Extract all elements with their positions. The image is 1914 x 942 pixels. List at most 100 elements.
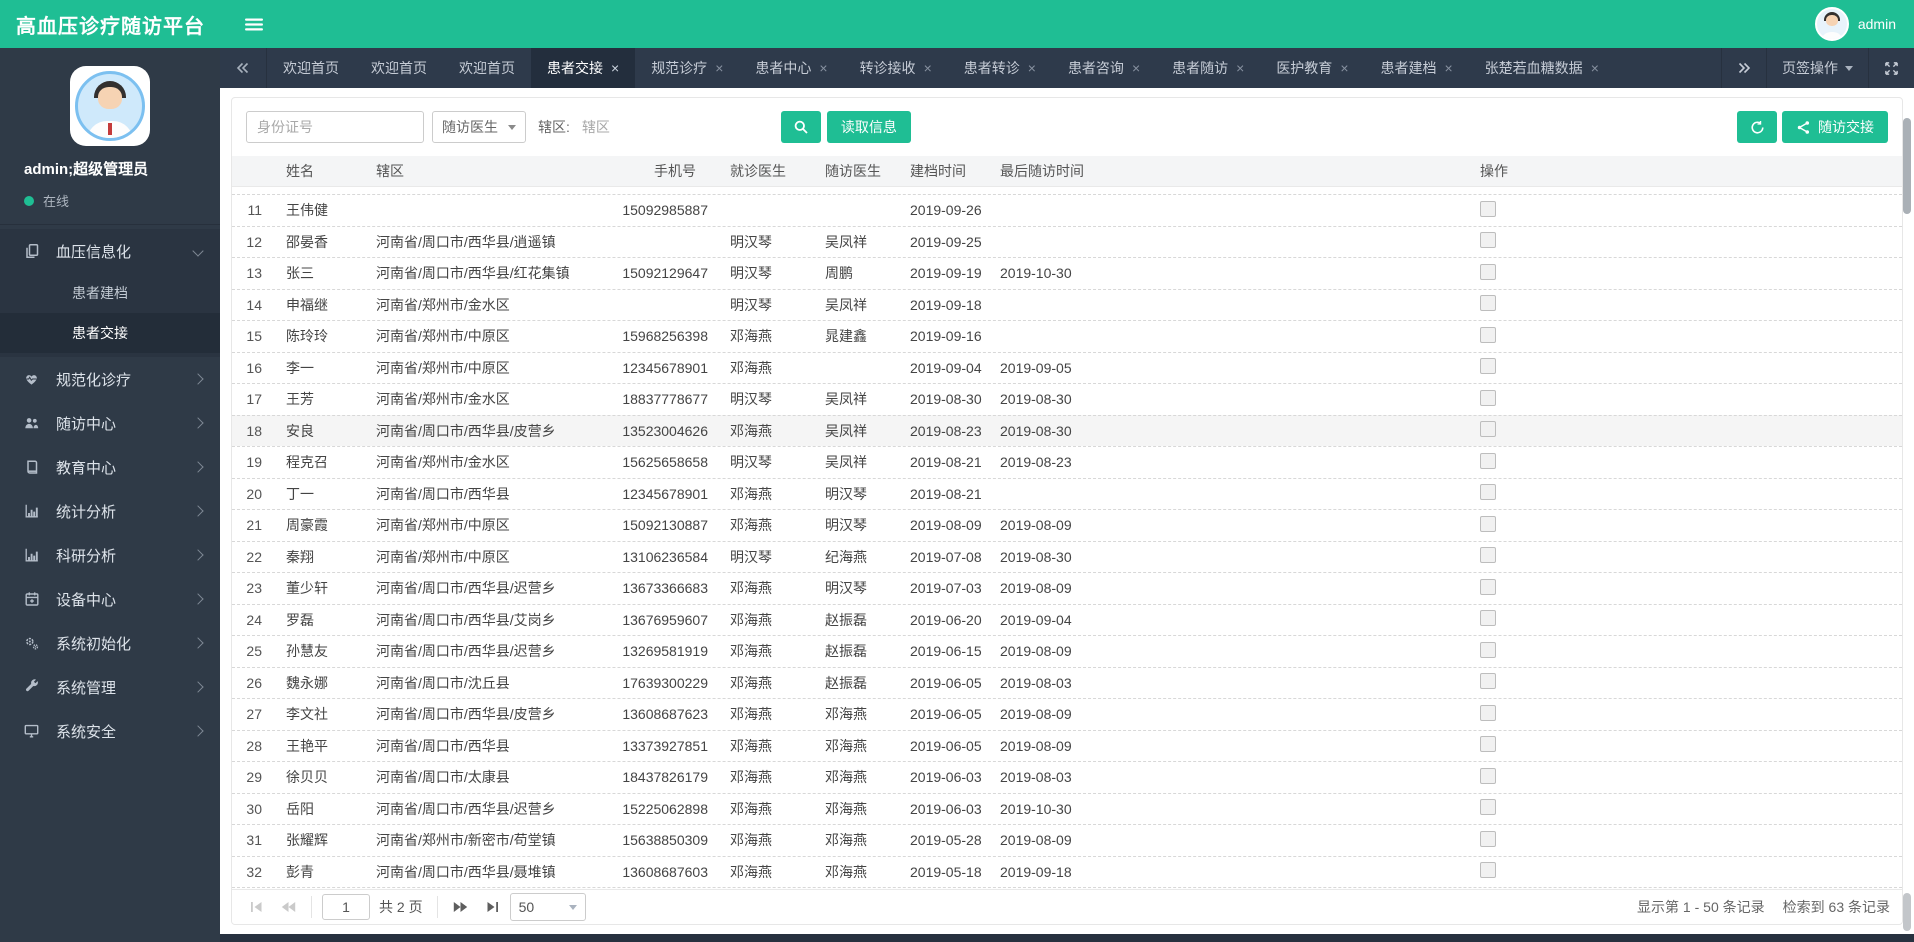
prev-page-button[interactable]: [275, 894, 301, 920]
row-checkbox[interactable]: [1480, 263, 1496, 280]
table-row[interactable]: 12 邵晏香 河南省/周口市/西华县/逍遥镇 明汉琴 吴凤祥 2019-09-25: [232, 225, 1902, 258]
row-checkbox[interactable]: [1480, 200, 1496, 217]
tab[interactable]: 欢迎首页: [267, 48, 355, 88]
row-checkbox[interactable]: [1480, 578, 1496, 595]
sidebar-item[interactable]: 系统管理: [0, 665, 220, 709]
page-number-input[interactable]: [322, 894, 370, 920]
sidebar-item[interactable]: 教育中心: [0, 445, 220, 489]
table-row[interactable]: 31 张耀辉 河南省/郑州市/新密市/苟堂镇 15638850309 邓海燕 邓海燕 201…: [232, 824, 1902, 856]
tabs-scroll-left-button[interactable]: [220, 48, 267, 88]
row-checkbox[interactable]: [1480, 641, 1496, 658]
table-row[interactable]: 29 徐贝贝 河南省/周口市/太康县 18437826179 邓海燕 邓海燕 2019-06…: [232, 761, 1902, 793]
tabs-scroll-right-button[interactable]: [1721, 48, 1766, 88]
page-size-select[interactable]: 50: [509, 893, 586, 921]
table-row[interactable]: 26 魏永娜 河南省/周口市/沈丘县 17639300229 邓海燕 赵振磊 2019-06…: [232, 666, 1902, 699]
sidebar-item[interactable]: 血压信息化: [0, 229, 220, 273]
table-row[interactable]: 28 王艳平 河南省/周口市/西华县 13373927851 邓海燕 邓海燕 2019-06…: [232, 729, 1902, 762]
tab[interactable]: 患者转诊 ×: [948, 48, 1052, 88]
tab-close-icon[interactable]: ×: [1445, 61, 1453, 75]
tab[interactable]: 转诊接收 ×: [844, 48, 948, 88]
row-checkbox[interactable]: [1480, 515, 1496, 532]
tab-close-icon[interactable]: ×: [1236, 61, 1244, 75]
tab-close-icon[interactable]: ×: [1132, 61, 1140, 75]
vertical-scrollbar-thumb[interactable]: [1903, 118, 1911, 214]
read-info-button[interactable]: 读取信息: [826, 111, 911, 143]
table-row[interactable]: 30 岳阳 河南省/周口市/西华县/迟营乡 15225062898 邓海燕 邓海燕 2019…: [232, 792, 1902, 825]
idcard-input[interactable]: [246, 111, 424, 143]
table-row[interactable]: 11 王伟健 15092985887 2019-09-26: [232, 194, 1902, 226]
tab[interactable]: 患者建档 ×: [1365, 48, 1469, 88]
last-page-button[interactable]: [479, 894, 505, 920]
navbar-user[interactable]: admin: [1814, 7, 1914, 41]
grid-scrollbar-thumb[interactable]: [1903, 893, 1911, 931]
tab-close-icon[interactable]: ×: [819, 61, 827, 75]
table-row[interactable]: 13 张三 河南省/周口市/西华县/红花集镇 15092129647 明汉琴 周鹏 2019…: [232, 257, 1902, 289]
tab-close-icon[interactable]: ×: [1340, 61, 1348, 75]
table-row[interactable]: 16 李一 河南省/郑州市/中原区 12345678901 邓海燕 2019-09-04 2…: [232, 351, 1902, 384]
row-checkbox[interactable]: [1480, 673, 1496, 690]
table-row[interactable]: 17 王芳 河南省/郑州市/金水区 18837778677 明汉琴 吴凤祥 2019-08-…: [232, 383, 1902, 415]
table-row[interactable]: 21 周豪霞 河南省/郑州市/中原区 15092130887 邓海燕 明汉琴 2019-08…: [232, 509, 1902, 541]
tab-close-icon[interactable]: ×: [924, 61, 932, 75]
tab[interactable]: 患者随访 ×: [1156, 48, 1260, 88]
row-checkbox[interactable]: [1480, 358, 1496, 375]
table-row[interactable]: 20 丁一 河南省/周口市/西华县 12345678901 邓海燕 明汉琴 2019-08-…: [232, 477, 1902, 510]
row-checkbox[interactable]: [1480, 767, 1496, 784]
row-checkbox[interactable]: [1480, 610, 1496, 627]
table-row[interactable]: 23 董少轩 河南省/周口市/西华县/迟营乡 13673366683 邓海燕 明汉琴 201…: [232, 572, 1902, 604]
row-checkbox[interactable]: [1480, 484, 1496, 501]
tab-close-icon[interactable]: ×: [1028, 61, 1036, 75]
row-checkbox[interactable]: [1480, 389, 1496, 406]
row-checkbox[interactable]: [1480, 547, 1496, 564]
table-row[interactable]: 15 陈玲玲 河南省/郑州市/中原区 15968256398 邓海燕 晁建鑫 2019-09…: [232, 320, 1902, 352]
tab-operations-dropdown[interactable]: 页签操作: [1766, 48, 1868, 88]
tab[interactable]: 患者中心 ×: [739, 48, 843, 88]
table-row[interactable]: 24 罗磊 河南省/周口市/西华县/艾岗乡 13676959607 邓海燕 赵振磊 2019…: [232, 603, 1902, 636]
table-row[interactable]: 14 申福继 河南省/郑州市/金水区 明汉琴 吴凤祥 2019-09-18: [232, 288, 1902, 321]
sidebar-item[interactable]: 随访中心: [0, 401, 220, 445]
search-button[interactable]: [780, 111, 821, 143]
tab[interactable]: 医护教育 ×: [1260, 48, 1364, 88]
sidebar-item[interactable]: 系统安全: [0, 709, 220, 753]
row-checkbox[interactable]: [1480, 421, 1496, 438]
row-checkbox[interactable]: [1480, 326, 1496, 343]
sidebar-item[interactable]: 统计分析: [0, 489, 220, 533]
sidebar-item[interactable]: 设备中心: [0, 577, 220, 621]
row-checkbox[interactable]: [1480, 704, 1496, 721]
next-page-button[interactable]: [448, 894, 474, 920]
table-row[interactable]: 18 安良 河南省/周口市/西华县/皮营乡 13523004626 邓海燕 吴凤祥 2019…: [232, 414, 1902, 446]
table-row[interactable]: 32 彭青 河南省/周口市/西华县/聂堆镇 13608687603 邓海燕 邓海燕 2019…: [232, 855, 1902, 888]
tab[interactable]: 患者交接 ×: [531, 48, 636, 88]
table-row[interactable]: 19 程克召 河南省/郑州市/金水区 15625658658 明汉琴 吴凤祥 2019-08…: [232, 446, 1902, 478]
row-checkbox[interactable]: [1480, 295, 1496, 312]
region-input[interactable]: [571, 111, 777, 143]
sidebar-subitem[interactable]: 患者建档: [0, 273, 220, 313]
row-checkbox[interactable]: [1480, 862, 1496, 879]
tab[interactable]: 欢迎首页: [355, 48, 443, 88]
row-checkbox[interactable]: [1480, 830, 1496, 847]
followup-handover-button[interactable]: 随访交接: [1782, 111, 1888, 143]
first-page-button[interactable]: [244, 894, 270, 920]
tab[interactable]: 张楚若血糖数据 ×: [1469, 48, 1615, 88]
sidebar-item[interactable]: 科研分析: [0, 533, 220, 577]
tab-close-icon[interactable]: ×: [715, 61, 723, 75]
tab[interactable]: 欢迎首页: [443, 48, 531, 88]
tab-close-icon[interactable]: ×: [1591, 61, 1599, 75]
row-checkbox[interactable]: [1480, 452, 1496, 469]
followup-doctor-select[interactable]: 随访医生: [432, 111, 526, 143]
row-checkbox[interactable]: [1480, 799, 1496, 816]
table-row[interactable]: 27 李文社 河南省/周口市/西华县/皮营乡 13608687623 邓海燕 邓海燕 201…: [232, 698, 1902, 730]
sidebar-subitem[interactable]: 患者交接: [0, 313, 220, 353]
row-checkbox[interactable]: [1480, 736, 1496, 753]
sidebar-item[interactable]: 系统初始化: [0, 621, 220, 665]
tab[interactable]: 患者咨询 ×: [1052, 48, 1156, 88]
fullscreen-button[interactable]: [1868, 48, 1914, 88]
row-checkbox[interactable]: [1480, 232, 1496, 249]
table-row[interactable]: 25 孙慧友 河南省/周口市/西华县/迟营乡 13269581919 邓海燕 赵振磊 201…: [232, 635, 1902, 667]
table-row[interactable]: 22 秦翔 河南省/郑州市/中原区 13106236584 明汉琴 纪海燕 2019-07-…: [232, 540, 1902, 573]
tab[interactable]: 规范诊疗 ×: [635, 48, 739, 88]
sidebar-toggle-button[interactable]: [234, 0, 274, 48]
sidebar-item[interactable]: 规范化诊疗: [0, 357, 220, 401]
tab-close-icon[interactable]: ×: [611, 61, 619, 75]
refresh-button[interactable]: [1737, 111, 1777, 143]
